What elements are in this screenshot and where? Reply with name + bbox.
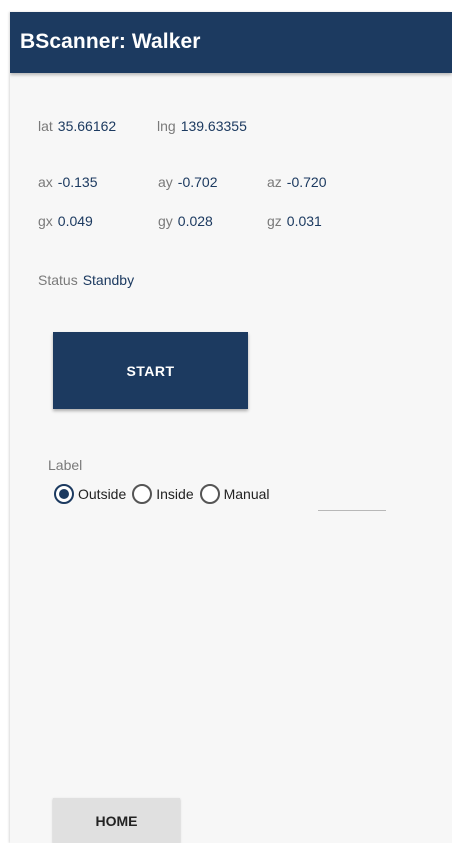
- radio-unchecked-icon[interactable]: [132, 484, 153, 504]
- gy-label: gy: [158, 213, 173, 229]
- gz-value: 0.031: [286, 213, 322, 229]
- gx-label: gx: [38, 213, 53, 229]
- az-value: -0.720: [286, 174, 327, 190]
- radio-outside-label[interactable]: Outside: [78, 486, 126, 502]
- gy-item: gy 0.028: [158, 213, 213, 229]
- status-row: Status Standby: [38, 272, 134, 288]
- app-screen: BScanner: Walker lat 35.66162 lng 139.6335…: [10, 12, 452, 843]
- ay-item: ay -0.702: [158, 174, 218, 190]
- app-bar: BScanner: Walker: [10, 12, 452, 73]
- lng-value: 139.63355: [180, 118, 247, 134]
- radio-manual-label[interactable]: Manual: [224, 486, 270, 502]
- gy-value: 0.028: [177, 213, 213, 229]
- radio-manual[interactable]: Manual: [199, 484, 276, 504]
- ax-label: ax: [38, 174, 53, 190]
- gz-label: gz: [267, 213, 282, 229]
- gz-item: gz 0.031: [267, 213, 322, 229]
- radio-outside[interactable]: Outside: [54, 484, 132, 504]
- az-item: az -0.720: [267, 174, 327, 190]
- app-title: BScanner: Walker: [20, 30, 201, 53]
- label-caption: Label: [48, 457, 83, 473]
- radio-unchecked-icon[interactable]: [199, 484, 220, 504]
- ay-label: ay: [158, 174, 173, 190]
- status-value: Standby: [82, 272, 135, 288]
- radio-inside-label[interactable]: Inside: [156, 486, 193, 502]
- lng-item: lng 139.63355: [157, 118, 247, 134]
- lng-label: lng: [157, 118, 176, 134]
- start-button[interactable]: START: [53, 332, 248, 409]
- ax-item: ax -0.135: [38, 174, 98, 190]
- az-label: az: [267, 174, 282, 190]
- manual-label-input[interactable]: [318, 490, 386, 511]
- label-radio-group: Outside Inside Manual: [54, 481, 276, 507]
- radio-checked-icon[interactable]: [54, 484, 74, 504]
- lat-value: 35.66162: [57, 118, 117, 134]
- location-row: lat 35.66162: [38, 118, 116, 134]
- status-label: Status: [38, 272, 78, 288]
- ax-value: -0.135: [57, 174, 98, 190]
- gx-value: 0.049: [57, 213, 93, 229]
- ay-value: -0.702: [177, 174, 218, 190]
- lat-label: lat: [38, 118, 53, 134]
- home-button[interactable]: HOME: [53, 798, 180, 843]
- radio-inside[interactable]: Inside: [132, 484, 199, 504]
- gx-item: gx 0.049: [38, 213, 93, 229]
